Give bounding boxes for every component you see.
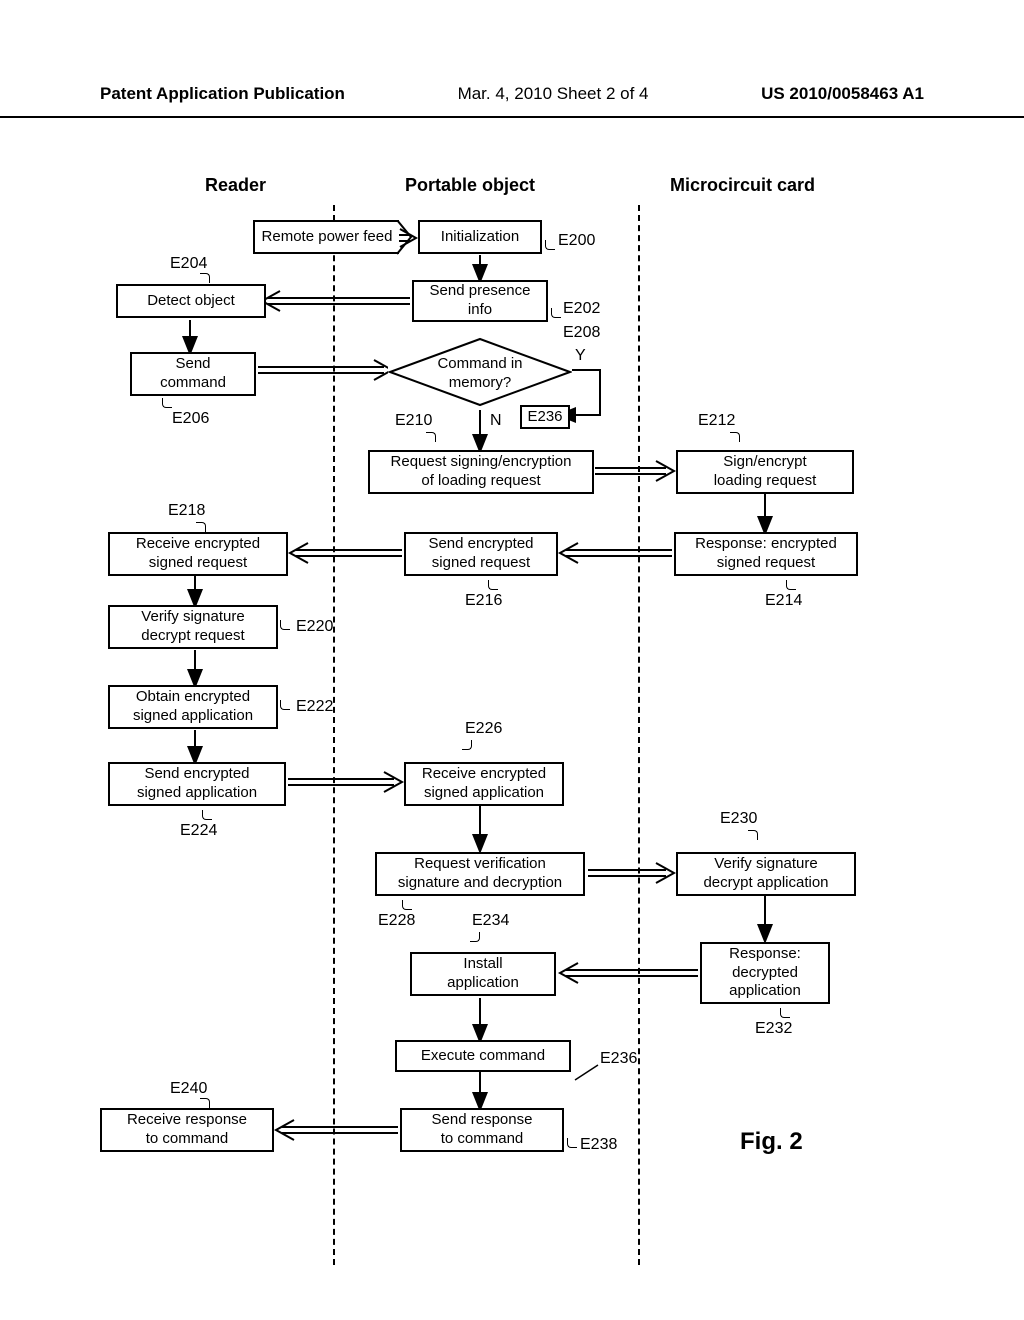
swimlane-divider-2 [638,205,640,1265]
lbl-e236box: E236 [527,408,562,427]
ref-e202: E202 [563,300,600,318]
ref-e230: E230 [720,810,757,828]
lbl-install: Install application [447,955,519,993]
box-e236-loop: E236 [520,405,570,429]
box-request-verification: Request verification signature and decry… [375,852,585,896]
ref-e200: E200 [558,232,595,250]
lbl-reqverify: Request verification signature and decry… [398,855,562,893]
ref-e214: E214 [765,592,802,610]
ref-e228: E228 [378,912,415,930]
lbl-exec: Execute command [421,1047,545,1066]
date-sheet: Mar. 4, 2010 Sheet 2 of 4 [458,84,649,104]
lbl-resp-enc-req: Response: encrypted signed request [695,535,837,573]
box-receive-encrypted-req: Receive encrypted signed request [108,532,288,576]
ref-e204: E204 [170,255,207,273]
ref-e220: E220 [296,618,333,636]
ref-e206: E206 [172,410,209,428]
box-sign-encrypt: Sign/encrypt loading request [676,450,854,494]
lbl-respdec: Response: decrypted application [729,945,801,1001]
col-reader: Reader [205,175,266,196]
box-execute-command: Execute command [395,1040,571,1072]
decision-command-in-memory: Command in memory? [388,337,572,407]
lbl-verify-app: Verify signature decrypt application [703,855,828,893]
box-response-encrypted-req: Response: encrypted signed request [674,532,858,576]
lbl-reqsign: Request signing/encryption of loading re… [391,453,572,491]
ref-e226: E226 [465,720,502,738]
lbl-send-app: Send encrypted signed application [137,765,257,803]
lbl-recv-app: Receive encrypted signed application [422,765,546,803]
box-send-encrypted-app: Send encrypted signed application [108,762,286,806]
flowchart: Reader Portable object Microcircuit card [0,140,1024,1270]
swimlane-divider-1 [333,205,335,1265]
decision-n: N [490,412,502,430]
lbl-send-enc-req: Send encrypted signed request [428,535,533,573]
box-receive-encrypted-app: Receive encrypted signed application [404,762,564,806]
ref-e222: E222 [296,698,333,716]
box-detect-object: Detect object [116,284,266,318]
box-initialization: Initialization [418,220,542,254]
lbl-recv-enc-req: Receive encrypted signed request [136,535,260,573]
pub-number: US 2010/0058463 A1 [761,84,924,104]
lbl-signenc: Sign/encrypt loading request [714,453,817,491]
lbl-remote-power: Remote power feed [262,228,393,247]
ref-e216: E216 [465,592,502,610]
box-send-presence: Send presence info [412,280,548,322]
box-remote-power: Remote power feed [253,220,399,254]
box-send-command: Send command [130,352,256,396]
box-send-response: Send response to command [400,1108,564,1152]
box-verify-sig-req: Verify signature decrypt request [108,605,278,649]
lbl-diamond: Command in memory? [388,355,572,393]
box-install-app: Install application [410,952,556,996]
box-send-encrypted-req: Send encrypted signed request [404,532,558,576]
box-request-signing: Request signing/encryption of loading re… [368,450,594,494]
ref-e238: E238 [580,1136,617,1154]
lbl-presence: Send presence info [430,282,531,320]
col-portable: Portable object [405,175,535,196]
ref-e240: E240 [170,1080,207,1098]
box-obtain-app: Obtain encrypted signed application [108,685,278,729]
lbl-init: Initialization [441,228,519,247]
lbl-recvresp: Receive response to command [127,1111,247,1149]
ref-e224: E224 [180,822,217,840]
lbl-obtain: Obtain encrypted signed application [133,688,253,726]
pub-label: Patent Application Publication [100,84,345,104]
col-card: Microcircuit card [670,175,815,196]
ref-e218: E218 [168,502,205,520]
ref-e212: E212 [698,412,735,430]
figure-number: Fig. 2 [740,1128,803,1156]
decision-y: Y [575,347,586,365]
box-verify-sig-app: Verify signature decrypt application [676,852,856,896]
lbl-detect: Detect object [147,292,235,311]
ref-e234: E234 [472,912,509,930]
ref-e232: E232 [755,1020,792,1038]
ref-e236: E236 [600,1050,637,1068]
box-response-decrypted: Response: decrypted application [700,942,830,1004]
page-header: Patent Application Publication Mar. 4, 2… [0,80,1024,118]
lbl-sendresp: Send response to command [432,1111,533,1149]
lbl-verify-req: Verify signature decrypt request [141,608,244,646]
box-receive-response: Receive response to command [100,1108,274,1152]
ref-e210: E210 [395,412,432,430]
lbl-sendcmd: Send command [160,355,226,393]
